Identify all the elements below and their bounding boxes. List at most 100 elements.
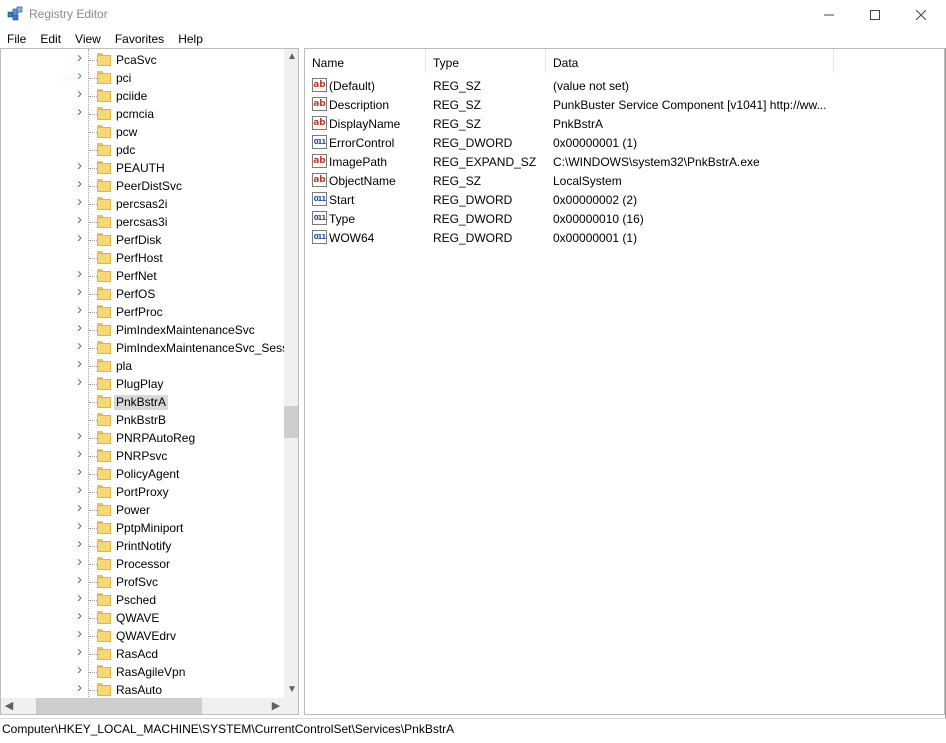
tree-item[interactable]: › pciide bbox=[1, 86, 284, 105]
chevron-right-icon[interactable]: › bbox=[77, 662, 87, 677]
chevron-right-icon[interactable]: › bbox=[77, 608, 87, 623]
tree-item[interactable]: › PolicyAgent bbox=[1, 464, 284, 483]
value-row[interactable]: ab ObjectName REG_SZ LocalSystem bbox=[305, 171, 944, 190]
tree-item[interactable]: › pla bbox=[1, 356, 284, 375]
tree-item[interactable]: › PerfDisk bbox=[1, 230, 284, 249]
scroll-down-icon[interactable]: ▼ bbox=[284, 682, 298, 698]
chevron-right-icon[interactable]: › bbox=[77, 176, 87, 191]
menu-file[interactable]: File bbox=[0, 29, 33, 48]
horizontal-scroll-thumb[interactable] bbox=[36, 698, 202, 714]
tree-item[interactable]: › percsas2i bbox=[1, 194, 284, 213]
values-list[interactable]: Name Type Data ab (Default) REG_SZ (value n… bbox=[304, 48, 945, 715]
folder-icon bbox=[97, 431, 111, 444]
tree-item[interactable]: › PlugPlay bbox=[1, 374, 284, 393]
scroll-up-icon[interactable]: ▲ bbox=[284, 49, 298, 65]
tree-item[interactable]: › pcmcia bbox=[1, 104, 284, 123]
tree-item[interactable]: › PNRPsvc bbox=[1, 446, 284, 465]
tree-item[interactable]: › PrintNotify bbox=[1, 536, 284, 555]
tree-item[interactable]: › ProfSvc bbox=[1, 572, 284, 591]
chevron-right-icon[interactable]: › bbox=[77, 86, 87, 101]
vertical-scroll-thumb[interactable] bbox=[284, 406, 298, 438]
tree-item[interactable]: › PimIndexMaintenanceSvc_Sessi bbox=[1, 338, 291, 357]
chevron-right-icon[interactable]: › bbox=[77, 320, 87, 335]
value-row[interactable]: ab (Default) REG_SZ (value not set) bbox=[305, 76, 944, 95]
column-header-data[interactable]: Data bbox=[546, 49, 834, 73]
value-row[interactable]: 011 Type REG_DWORD 0x00000010 (16) bbox=[305, 209, 944, 228]
tree-item[interactable]: › PerfProc bbox=[1, 302, 284, 321]
tree-item[interactable]: › PerfNet bbox=[1, 266, 284, 285]
chevron-right-icon[interactable]: › bbox=[77, 284, 87, 299]
value-row[interactable]: ab ImagePath REG_EXPAND_SZ C:\WINDOWS\syste… bbox=[305, 152, 944, 171]
value-row[interactable]: 011 Start REG_DWORD 0x00000002 (2) bbox=[305, 190, 944, 209]
chevron-right-icon[interactable]: › bbox=[77, 536, 87, 551]
chevron-right-icon[interactable]: › bbox=[77, 554, 87, 569]
chevron-right-icon[interactable]: › bbox=[77, 464, 87, 479]
value-row[interactable]: ab DisplayName REG_SZ PnkBstrA bbox=[305, 114, 944, 133]
chevron-right-icon[interactable]: › bbox=[77, 374, 87, 389]
tree-item[interactable]: › QWAVEdrv bbox=[1, 626, 284, 645]
minimize-button[interactable] bbox=[806, 0, 852, 29]
menu-edit[interactable]: Edit bbox=[33, 29, 68, 48]
maximize-button[interactable] bbox=[852, 0, 898, 29]
value-row[interactable]: 011 WOW64 REG_DWORD 0x00000001 (1) bbox=[305, 228, 944, 247]
tree-item[interactable]: › PEAUTH bbox=[1, 158, 284, 177]
tree-item[interactable]: › PcaSvc bbox=[1, 50, 284, 69]
tree-item[interactable]: pdc bbox=[1, 141, 284, 159]
tree-item[interactable]: › PeerDistSvc bbox=[1, 176, 284, 195]
tree-item[interactable]: › PNRPAutoReg bbox=[1, 428, 284, 447]
menu-help[interactable]: Help bbox=[171, 29, 210, 48]
chevron-right-icon[interactable]: › bbox=[77, 230, 87, 245]
value-row[interactable]: ab Description REG_SZ PunkBuster Service Co… bbox=[305, 95, 944, 114]
chevron-right-icon[interactable]: › bbox=[77, 266, 87, 281]
tree-item[interactable]: › Power bbox=[1, 500, 284, 519]
title-bar[interactable]: Registry Editor bbox=[0, 0, 946, 29]
chevron-right-icon[interactable]: › bbox=[77, 518, 87, 533]
tree-item[interactable]: › percsas3i bbox=[1, 212, 284, 231]
chevron-right-icon[interactable]: › bbox=[77, 644, 87, 659]
chevron-right-icon[interactable]: › bbox=[77, 338, 87, 353]
tree-item[interactable]: pcw bbox=[1, 123, 284, 141]
chevron-right-icon[interactable]: › bbox=[77, 626, 87, 641]
chevron-right-icon[interactable]: › bbox=[77, 302, 87, 317]
tree-item[interactable]: › pci bbox=[1, 68, 284, 87]
column-header-type[interactable]: Type bbox=[426, 49, 546, 73]
chevron-right-icon[interactable]: › bbox=[77, 446, 87, 461]
chevron-right-icon[interactable]: › bbox=[77, 590, 87, 605]
tree-connector-line bbox=[89, 132, 97, 133]
registry-key-tree[interactable]: › PcaSvc › pci › pciide › pcmcia pcw pdc › PEAUTH › P… bbox=[0, 48, 299, 715]
chevron-right-icon[interactable]: › bbox=[77, 158, 87, 173]
value-row[interactable]: 011 ErrorControl REG_DWORD 0x00000001 (1) bbox=[305, 133, 944, 152]
chevron-right-icon[interactable]: › bbox=[77, 212, 87, 227]
tree-item[interactable]: › Psched bbox=[1, 590, 284, 609]
chevron-right-icon[interactable]: › bbox=[77, 50, 87, 65]
tree-vertical-scrollbar[interactable]: ▲ ▼ bbox=[284, 49, 298, 698]
column-header-name[interactable]: Name bbox=[305, 49, 426, 73]
tree-item[interactable]: › PptpMiniport bbox=[1, 518, 284, 537]
tree-item[interactable]: › PortProxy bbox=[1, 482, 284, 501]
tree-item[interactable]: PnkBstrB bbox=[1, 411, 284, 429]
tree-item[interactable]: PerfHost bbox=[1, 249, 284, 267]
tree-item[interactable]: › QWAVE bbox=[1, 608, 284, 627]
chevron-right-icon[interactable]: › bbox=[77, 356, 87, 371]
tree-horizontal-scrollbar[interactable]: ◀ ▶ bbox=[1, 698, 284, 714]
chevron-right-icon[interactable]: › bbox=[77, 500, 87, 515]
tree-item[interactable]: › RasAcd bbox=[1, 644, 284, 663]
menu-favorites[interactable]: Favorites bbox=[108, 29, 171, 48]
chevron-right-icon[interactable]: › bbox=[77, 680, 87, 695]
scroll-right-icon[interactable]: ▶ bbox=[268, 698, 284, 714]
chevron-right-icon[interactable]: › bbox=[77, 482, 87, 497]
scroll-left-icon[interactable]: ◀ bbox=[1, 698, 17, 714]
chevron-right-icon[interactable]: › bbox=[77, 104, 87, 119]
menu-view[interactable]: View bbox=[68, 29, 108, 48]
chevron-right-icon[interactable]: › bbox=[77, 428, 87, 443]
tree-item[interactable]: PnkBstrA bbox=[1, 393, 284, 411]
chevron-right-icon[interactable]: › bbox=[77, 68, 87, 83]
tree-item[interactable]: › PimIndexMaintenanceSvc bbox=[1, 320, 284, 339]
tree-item[interactable]: › PerfOS bbox=[1, 284, 284, 303]
close-button[interactable] bbox=[898, 0, 944, 29]
chevron-right-icon[interactable]: › bbox=[77, 194, 87, 209]
chevron-right-icon[interactable]: › bbox=[77, 572, 87, 587]
tree-item[interactable]: › Processor bbox=[1, 554, 284, 573]
tree-item[interactable]: › RasAgileVpn bbox=[1, 662, 284, 681]
tree-item[interactable]: › RasAuto bbox=[1, 680, 284, 699]
